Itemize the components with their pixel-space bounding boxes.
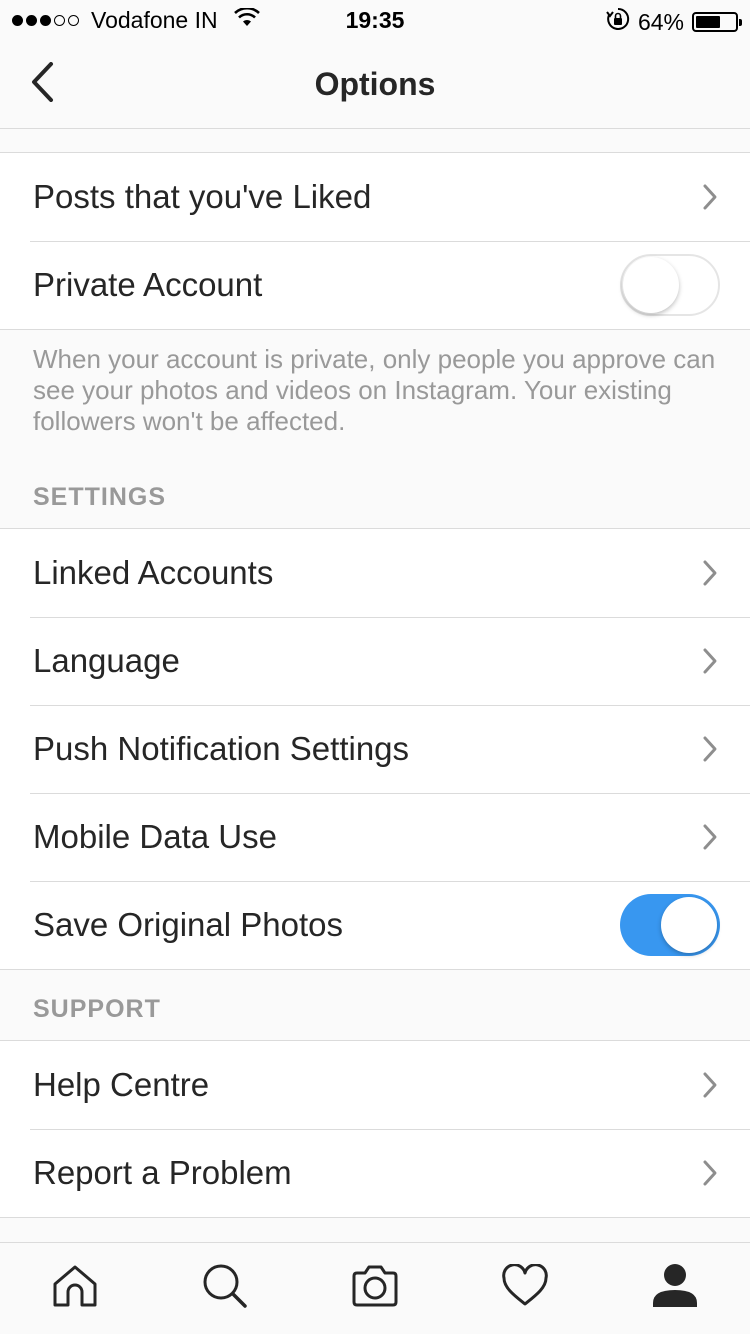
page-title: Options — [314, 66, 436, 102]
row-language[interactable]: Language — [0, 617, 750, 705]
search-icon — [201, 1262, 249, 1315]
navigation-bar: Options — [0, 40, 750, 129]
row-label: Save Original Photos — [33, 906, 344, 943]
heart-icon — [501, 1263, 549, 1313]
camera-icon — [350, 1264, 400, 1313]
row-label: Language — [33, 642, 180, 679]
chevron-right-icon — [700, 557, 720, 589]
row-label: Report a Problem — [33, 1154, 292, 1191]
private-account-toggle[interactable] — [620, 254, 720, 316]
row-label: Help Centre — [33, 1066, 210, 1103]
battery-icon — [692, 12, 742, 32]
row-linked-accounts[interactable]: Linked Accounts — [0, 529, 750, 617]
toggle-knob — [623, 257, 679, 313]
chevron-right-icon — [700, 181, 720, 213]
battery-percentage: 64% — [637, 8, 684, 35]
status-bar: Vodafone IN 19:35 64% — [0, 0, 750, 40]
row-label: Private Account — [33, 266, 263, 303]
options-list: Posts that you've Liked Private Account … — [0, 129, 750, 1218]
account-group: Posts that you've Liked Private Account — [0, 152, 750, 330]
row-push-notification-settings[interactable]: Push Notification Settings — [0, 705, 750, 793]
chevron-right-icon — [700, 821, 720, 853]
row-posts-liked[interactable]: Posts that you've Liked — [0, 153, 750, 241]
row-save-original-photos: Save Original Photos — [0, 881, 750, 969]
status-right: 64% — [606, 7, 742, 37]
chevron-right-icon — [700, 1157, 720, 1189]
row-label: Linked Accounts — [33, 554, 274, 591]
tab-bar — [0, 1242, 750, 1334]
row-label: Posts that you've Liked — [33, 178, 372, 215]
settings-group: Linked Accounts Language Push Notificati… — [0, 528, 750, 970]
tab-activity[interactable] — [480, 1249, 570, 1329]
row-label: Push Notification Settings — [33, 730, 410, 767]
toggle-knob — [661, 897, 717, 953]
save-original-photos-toggle[interactable] — [620, 894, 720, 956]
settings-section-header: SETTINGS — [0, 458, 750, 528]
row-mobile-data-use[interactable]: Mobile Data Use — [0, 793, 750, 881]
row-help-centre[interactable]: Help Centre — [0, 1041, 750, 1129]
tab-camera[interactable] — [330, 1249, 420, 1329]
profile-icon — [651, 1263, 699, 1314]
row-label: Mobile Data Use — [33, 818, 277, 855]
home-icon — [51, 1263, 99, 1314]
orientation-lock-icon — [606, 7, 630, 37]
private-account-help-text: When your account is private, only peopl… — [0, 330, 750, 458]
row-report-problem[interactable]: Report a Problem — [0, 1129, 750, 1217]
chevron-right-icon — [700, 1069, 720, 1101]
support-group: Help Centre Report a Problem — [0, 1040, 750, 1218]
support-section-header: SUPPORT — [0, 992, 750, 1040]
row-private-account: Private Account — [0, 241, 750, 329]
chevron-right-icon — [700, 645, 720, 677]
tab-home[interactable] — [30, 1249, 120, 1329]
tab-profile[interactable] — [630, 1249, 720, 1329]
chevron-right-icon — [700, 733, 720, 765]
tab-search[interactable] — [180, 1249, 270, 1329]
